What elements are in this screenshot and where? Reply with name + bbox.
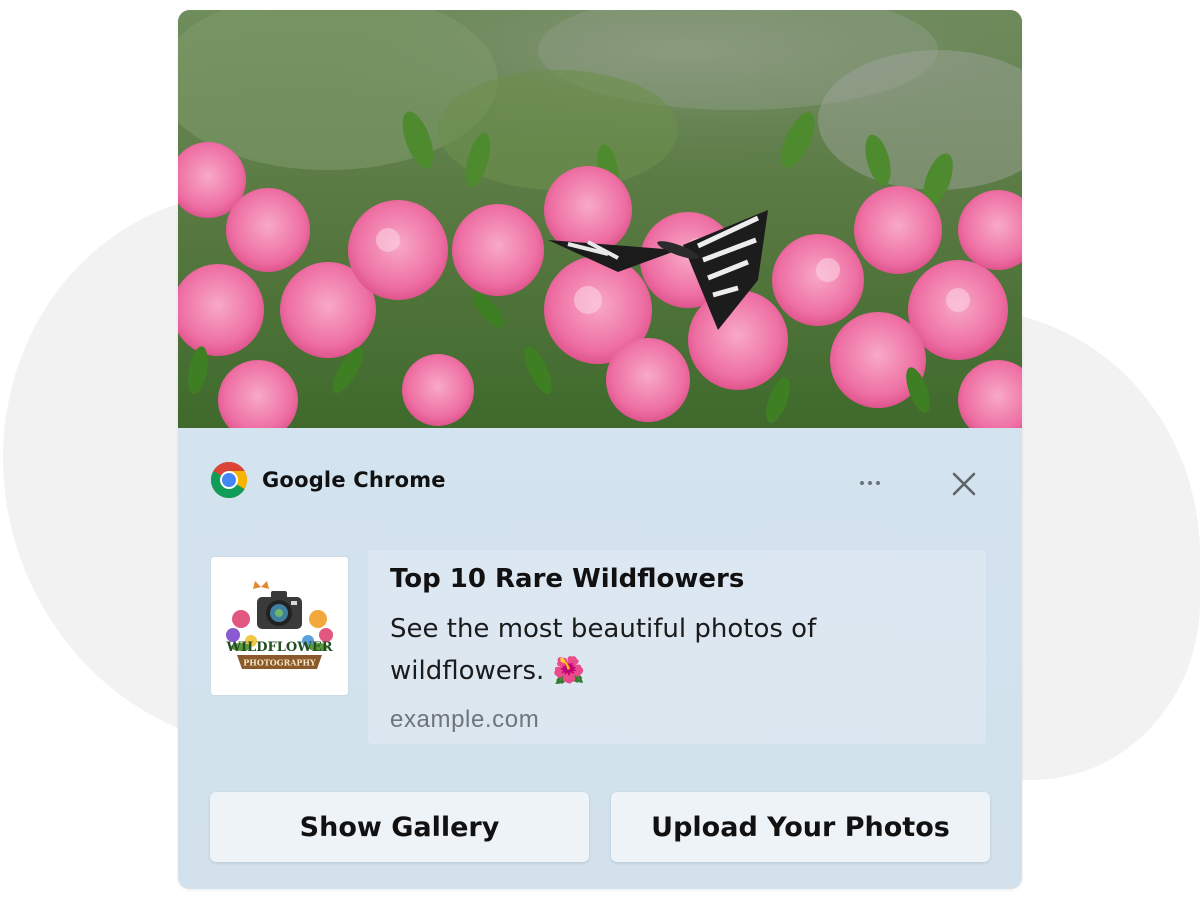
notification-body: See the most beautiful photos of wildflo… — [390, 614, 817, 686]
butterfly-icon — [253, 581, 269, 589]
logo-text-line1: WILDFLOWER — [225, 640, 332, 655]
more-horizontal-icon — [860, 481, 864, 485]
app-header: Google Chrome — [210, 460, 446, 500]
upload-photos-button[interactable]: Upload Your Photos — [611, 792, 990, 862]
notification-title: Top 10 Rare Wildflowers — [390, 564, 745, 594]
hero-image — [178, 10, 1022, 428]
notification-thumbnail: WILDFLOWER PHOTOGRAPHY — [211, 557, 348, 695]
app-name: Google Chrome — [262, 468, 446, 492]
notification-card[interactable]: Google Chrome WILDFLOWER PHOTOGRAPHY Top… — [178, 10, 1022, 889]
show-gallery-button[interactable]: Show Gallery — [210, 792, 589, 862]
page: Google Chrome WILDFLOWER PHOTOGRAPHY Top… — [0, 0, 1200, 900]
chrome-icon — [210, 462, 248, 499]
more-options-button[interactable] — [850, 468, 890, 498]
notification-content[interactable]: Top 10 Rare Wildflowers See the most bea… — [368, 550, 986, 744]
notification-origin: example.com — [390, 706, 540, 733]
notification-panel: Google Chrome WILDFLOWER PHOTOGRAPHY Top… — [178, 428, 1022, 889]
camera-icon — [257, 591, 302, 629]
close-icon[interactable] — [946, 466, 982, 502]
logo-text-line2: PHOTOGRAPHY — [243, 658, 316, 668]
